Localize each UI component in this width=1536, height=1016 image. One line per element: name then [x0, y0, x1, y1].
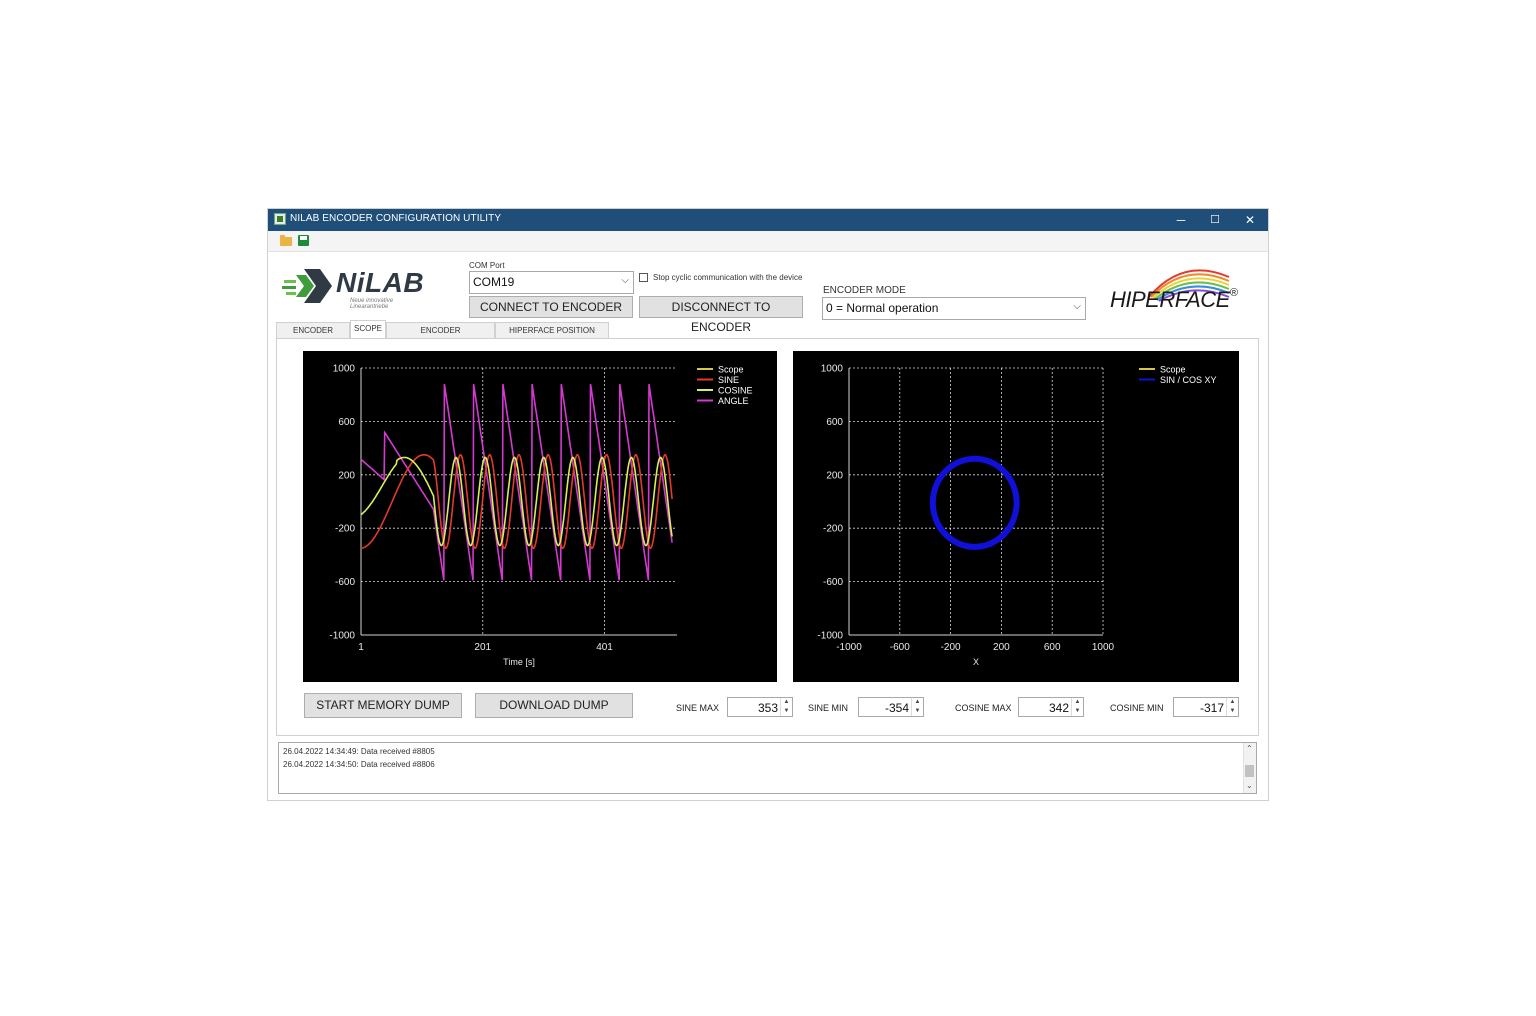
y-tick-label: -200	[823, 524, 843, 535]
legend-label: SIN / COS XY	[1160, 375, 1217, 385]
cosine-max-label: COSINE MAX	[955, 703, 1012, 713]
tab-hiperface-position-debug[interactable]: HIPERFACE POSITION DEBUG	[495, 322, 609, 351]
download-dump-button[interactable]: DOWNLOAD DUMP	[475, 693, 633, 718]
toolbar	[268, 231, 1268, 252]
close-button[interactable]: ✕	[1233, 209, 1267, 231]
y-tick-label: -1000	[817, 631, 843, 642]
time-scope-grid	[360, 367, 677, 636]
stop-cyclic-checkbox[interactable]	[639, 273, 648, 282]
chevron-down-icon: ⌵	[621, 275, 629, 286]
cosine-min-value: -317	[1199, 701, 1224, 715]
x-tick-label: -1000	[836, 642, 862, 653]
spinner-arrows-icon[interactable]: ▲ ▼	[911, 698, 923, 716]
legend-label: Scope	[1160, 365, 1186, 375]
com-port-select[interactable]: COM19 ⌵	[469, 271, 634, 294]
cosine-min-spinner[interactable]: -317 ▲ ▼	[1173, 697, 1239, 717]
sine-min-label: SINE MIN	[808, 703, 849, 713]
app-icon	[274, 213, 286, 225]
xy-scope-ticks: 1000 600 200 -200 -600 -1000-1000 -600 -200 200 6…	[817, 364, 1114, 668]
y-tick-label: -600	[335, 577, 355, 588]
x-tick-label: -600	[890, 642, 910, 653]
nilab-logo-text: NiLAB	[336, 267, 425, 298]
y-tick-label: -1000	[329, 631, 355, 642]
chevron-down-icon[interactable]: ⌄	[1246, 781, 1253, 790]
tab-encoder-configuration[interactable]: ENCODER CONFIGURATION	[386, 322, 495, 351]
x-tick-label: 1000	[1092, 642, 1115, 653]
com-port-label: COM Port	[469, 261, 505, 270]
cosine-max-value: 342	[1048, 701, 1069, 715]
y-tick-label: 600	[826, 417, 843, 428]
disconnect-button[interactable]: DISCONNECT TO ENCODER	[639, 296, 803, 334]
legend-label: Scope	[718, 365, 744, 375]
xy-scope-chart: 1000 600 200 -200 -600 -1000-1000 -600 -200 200 6…	[793, 351, 1239, 682]
stop-cyclic-label: Stop cyclic communication with the devic…	[653, 273, 803, 282]
spinner-arrows-icon[interactable]: ▲ ▼	[1226, 698, 1238, 716]
x-tick-label: 401	[596, 642, 613, 653]
tab-scope[interactable]: SCOPE	[350, 320, 386, 338]
y-tick-label: -600	[823, 577, 843, 588]
spinner-arrows-icon[interactable]: ▲ ▼	[1071, 698, 1083, 716]
app-window: NILAB ENCODER CONFIGURATION UTILITY ─ ☐ …	[268, 209, 1268, 800]
save-icon[interactable]	[298, 235, 309, 246]
log-line: 26.04.2022 14:34:50: Data received #8806	[283, 760, 435, 769]
chevron-down-icon: ⌵	[1073, 301, 1081, 312]
start-memory-dump-button[interactable]: START MEMORY DUMP	[304, 693, 462, 718]
nilab-tagline: Neue innovative Linearantriebe	[350, 298, 394, 310]
maximize-button[interactable]: ☐	[1198, 209, 1232, 231]
x-axis-label: Time [s]	[503, 657, 535, 667]
cosine-min-label: COSINE MIN	[1110, 703, 1164, 713]
x-tick-label: 600	[1044, 642, 1061, 653]
time-scope-ticks: 1000 600 200 -200 -600 -10001 201 401 Time [s]	[329, 364, 613, 668]
y-tick-label: 200	[826, 470, 843, 481]
y-tick-label: -200	[335, 524, 355, 535]
sine-series-line	[360, 453, 673, 550]
x-tick-label: 200	[993, 642, 1010, 653]
y-tick-label: 1000	[821, 364, 844, 375]
tab-encoder-status[interactable]: ENCODER STATUS	[276, 322, 350, 351]
scrollbar-thumb[interactable]	[1245, 765, 1254, 777]
xy-scope-grid	[848, 367, 1104, 636]
sine-min-value: -354	[884, 701, 909, 715]
log-scrollbar[interactable]: ⌃ ⌄	[1243, 743, 1256, 793]
title-bar: NILAB ENCODER CONFIGURATION UTILITY ─ ☐ …	[268, 209, 1268, 231]
encoder-mode-value: 0 = Normal operation	[826, 301, 939, 315]
log-textbox[interactable]: 26.04.2022 14:34:49: Data received #8805…	[278, 742, 1257, 794]
encoder-mode-label: ENCODER MODE	[823, 285, 906, 296]
log-line: 26.04.2022 14:34:49: Data received #8805	[283, 747, 435, 756]
minimize-button[interactable]: ─	[1164, 209, 1198, 231]
x-tick-label: 1	[358, 642, 364, 653]
hiperface-registered-mark: ®	[1229, 287, 1238, 299]
y-tick-label: 200	[338, 470, 355, 481]
connect-button[interactable]: CONNECT TO ENCODER	[469, 296, 633, 318]
y-tick-label: 600	[338, 417, 355, 428]
sine-min-spinner[interactable]: -354 ▲ ▼	[858, 697, 924, 717]
sine-max-spinner[interactable]: 353 ▲ ▼	[727, 697, 793, 717]
xy-scope-series	[929, 455, 1020, 550]
x-tick-label: -200	[941, 642, 961, 653]
sine-max-label: SINE MAX	[676, 703, 720, 713]
hiperface-logo-text: HIPERFACE®	[1110, 287, 1238, 313]
nilab-logo-icon	[282, 269, 332, 303]
window-title: NILAB ENCODER CONFIGURATION UTILITY	[290, 213, 502, 224]
time-scope-legend: ScopeSINECOSINEANGLE	[697, 365, 753, 406]
sine-max-value: 353	[757, 701, 778, 715]
y-tick-label: 1000	[333, 364, 356, 375]
legend-label: SINE	[718, 375, 739, 385]
time-scope-series	[360, 383, 673, 581]
spinner-arrows-icon[interactable]: ▲ ▼	[780, 698, 792, 716]
cosine-max-spinner[interactable]: 342 ▲ ▼	[1018, 697, 1084, 717]
sin-cos-xy-circle	[929, 455, 1020, 550]
x-tick-label: 201	[474, 642, 491, 653]
open-folder-icon[interactable]	[280, 235, 292, 246]
hiperface-logo-word: HIPERFACE	[1110, 287, 1230, 312]
legend-label: ANGLE	[718, 396, 749, 406]
com-port-value: COM19	[473, 275, 515, 289]
legend-label: COSINE	[718, 386, 753, 396]
time-scope-chart: 1000 600 200 -200 -600 -10001 201 401 Time [s] S…	[303, 351, 777, 682]
chevron-up-icon[interactable]: ⌃	[1246, 744, 1253, 753]
xy-scope-legend: ScopeSIN / COS XY	[1139, 365, 1217, 385]
x-axis-label: X	[973, 657, 979, 667]
encoder-mode-select[interactable]: 0 = Normal operation ⌵	[822, 297, 1086, 320]
nilab-logo: NiLAB Neue innovative Linearantriebe	[282, 267, 432, 310]
